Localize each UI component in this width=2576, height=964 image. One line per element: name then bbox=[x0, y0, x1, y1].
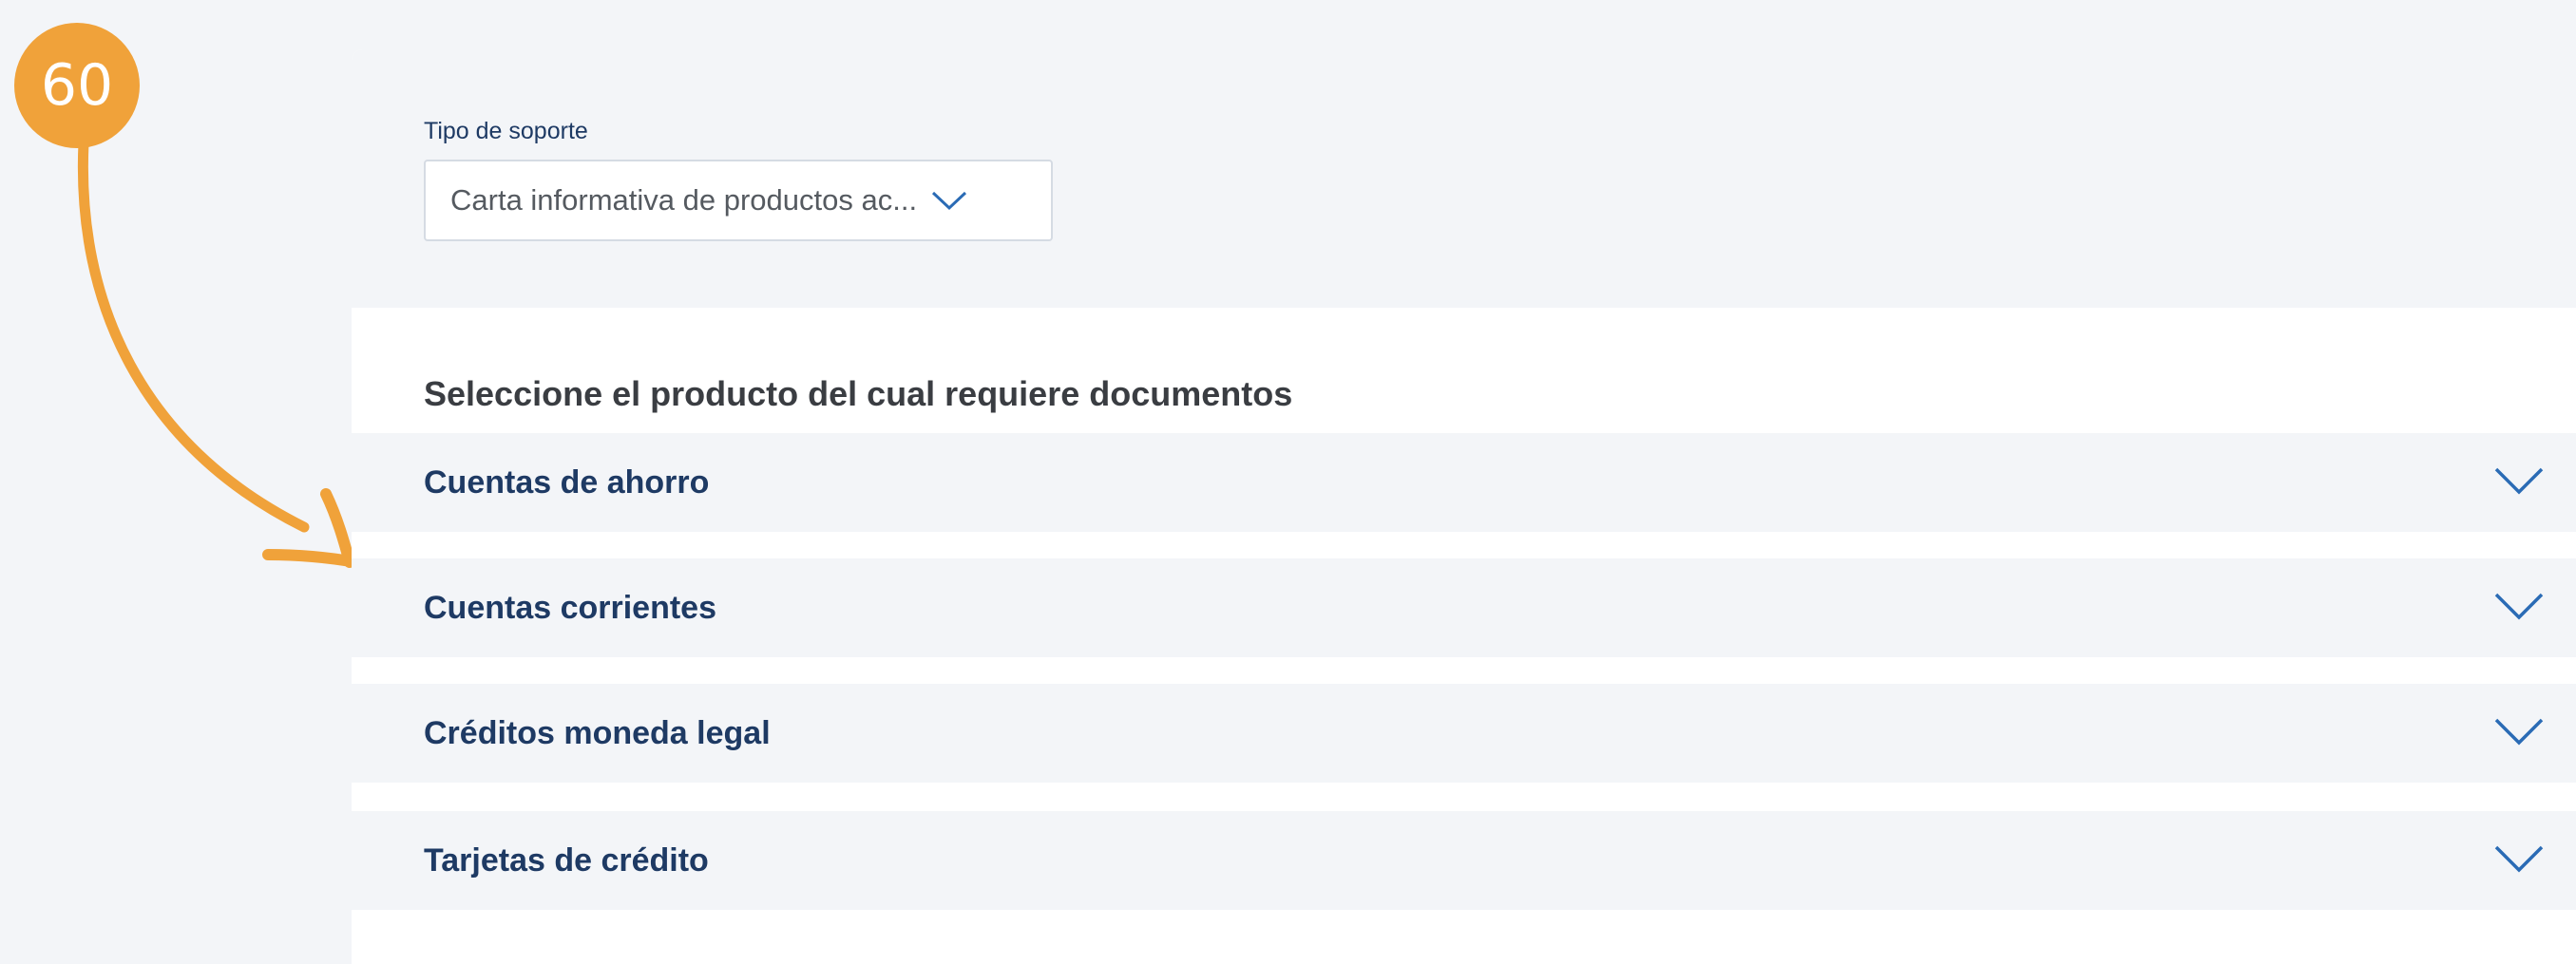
product-section-title: Seleccione el producto del cual requiere… bbox=[424, 374, 1293, 413]
accordion-label: Cuentas de ahorro bbox=[424, 463, 710, 501]
support-type-value: Carta informativa de productos ac... bbox=[450, 183, 918, 217]
accordion-tarjetas-credito[interactable]: Tarjetas de crédito bbox=[352, 811, 2576, 910]
documents-card: Tipo de soporte Carta informativa de pro… bbox=[352, 49, 2576, 964]
chevron-down-icon bbox=[930, 189, 968, 212]
annotation-arrow bbox=[77, 137, 362, 568]
accordion-label: Cuentas corrientes bbox=[424, 589, 716, 626]
chevron-down-icon[interactable] bbox=[2493, 841, 2545, 880]
chevron-down-icon[interactable] bbox=[2493, 589, 2545, 628]
accordion-label: Tarjetas de crédito bbox=[424, 841, 709, 879]
accordion-cuentas-corrientes[interactable]: Cuentas corrientes bbox=[352, 558, 2576, 657]
support-type-label: Tipo de soporte bbox=[424, 118, 588, 144]
chevron-down-icon[interactable] bbox=[2493, 463, 2545, 502]
accordion-cuentas-ahorro[interactable]: Cuentas de ahorro bbox=[352, 433, 2576, 532]
accordion-creditos-moneda-legal[interactable]: Créditos moneda legal bbox=[352, 684, 2576, 783]
support-type-select[interactable]: Carta informativa de productos ac... bbox=[424, 160, 1053, 241]
chevron-down-icon[interactable] bbox=[2493, 714, 2545, 753]
accordion-label: Créditos moneda legal bbox=[424, 714, 771, 751]
